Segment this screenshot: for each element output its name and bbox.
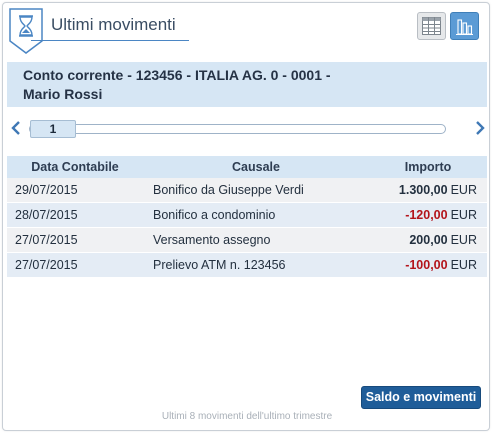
table-row[interactable]: 27/07/2015 Versamento assegno 200,00 EUR (7, 228, 487, 253)
pager-track[interactable] (29, 124, 446, 134)
amount-currency: EUR (450, 233, 477, 247)
column-header-amount: Importo (404, 160, 452, 174)
row-date: 28/07/2015 (15, 208, 78, 222)
account-number: Conto corrente - 123456 - ITALIA AG. 0 -… (23, 67, 331, 83)
account-header: Conto corrente - 123456 - ITALIA AG. 0 -… (7, 62, 487, 107)
amount-currency: EUR (450, 208, 477, 222)
column-header-causale: Causale (232, 160, 280, 174)
row-date: 27/07/2015 (15, 258, 78, 272)
pager-current-page[interactable]: 1 (30, 120, 76, 138)
bar-chart-icon (456, 19, 473, 35)
row-causale: Prelievo ATM n. 123456 (153, 258, 286, 272)
row-date: 29/07/2015 (15, 183, 78, 197)
table-row[interactable]: 28/07/2015 Bonifico a condominio -120,00… (7, 203, 487, 228)
row-amount: 1.300,00 EUR (369, 183, 487, 197)
widget-title: Ultimi movimenti (51, 15, 176, 34)
saldo-e-movimenti-button[interactable]: Saldo e movimenti (361, 386, 481, 409)
footer-note: Ultimi 8 movimenti dell'ultimo trimestre (161, 411, 333, 422)
movements-table: Data Contabile Causale Importo 29/07/201… (7, 156, 487, 278)
last-movements-widget: Ultimi movimenti Conto corrente - 123456… (2, 2, 490, 431)
hourglass-icon (8, 7, 44, 55)
chevron-right-icon[interactable] (473, 119, 487, 137)
row-amount: -100,00 EUR (369, 258, 487, 272)
chevron-left-icon[interactable] (9, 119, 23, 137)
amount-currency: EUR (450, 183, 477, 197)
title-underline (31, 40, 189, 41)
amount-value: 1.300,00 (398, 183, 448, 197)
row-date: 27/07/2015 (15, 233, 78, 247)
amount-value: 200,00 (409, 233, 448, 247)
table-row[interactable]: 27/07/2015 Prelievo ATM n. 123456 -100,0… (7, 253, 487, 278)
row-amount: -120,00 EUR (369, 208, 487, 222)
table-grid-icon (422, 17, 441, 35)
column-header-date: Data Contabile (31, 160, 119, 174)
amount-value: -100,00 (405, 258, 448, 272)
amount-value: -120,00 (405, 208, 448, 222)
table-row[interactable]: 29/07/2015 Bonifico da Giuseppe Verdi 1.… (7, 178, 487, 203)
chart-view-button[interactable] (450, 12, 479, 40)
table-view-button[interactable] (417, 12, 446, 40)
row-causale: Bonifico da Giuseppe Verdi (153, 183, 304, 197)
row-causale: Versamento assegno (153, 233, 271, 247)
account-holder: Mario Rossi (23, 86, 103, 102)
row-amount: 200,00 EUR (369, 233, 487, 247)
widget-header: Ultimi movimenti (3, 3, 489, 57)
row-causale: Bonifico a condominio (153, 208, 276, 222)
table-header: Data Contabile Causale Importo (7, 156, 487, 178)
amount-currency: EUR (450, 258, 477, 272)
